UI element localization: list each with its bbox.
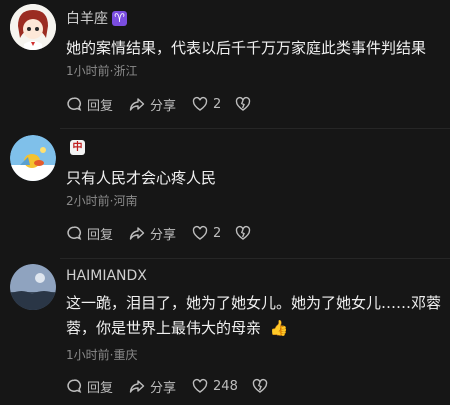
reply-label: 回复 [87, 227, 114, 243]
divider [60, 128, 450, 129]
comment-text-line: 这一跪，泪目了，她为了她女儿。她为了她女儿……邓蓉 [66, 294, 442, 312]
comment-meta: 1小时前·浙江 [66, 64, 138, 78]
avatar[interactable] [10, 4, 56, 50]
aries-zodiac-badge-icon: ♈ [112, 10, 127, 26]
like-button[interactable]: 2 [192, 225, 221, 241]
comment-bubble-icon [67, 97, 82, 111]
comment-meta: 2小时前·河南 [66, 194, 138, 208]
share-button[interactable]: 分享 [129, 95, 176, 114]
comment-item: 白羊座 ♈ 她的案情结果，代表以后千千万万家庭此类事件判结果 1小时前·浙江 回… [0, 0, 450, 125]
heart-icon [192, 225, 208, 240]
avatar-beach-illustration [10, 135, 56, 181]
avatar[interactable] [10, 135, 56, 181]
comment-meta: 1小时前·重庆 [66, 348, 138, 362]
share-button[interactable]: 分享 [129, 224, 176, 243]
reply-button[interactable]: 回复 [66, 377, 113, 396]
comment-actions: 回复 分享 2 [66, 224, 267, 243]
comment-actions: 回复 分享 248 [66, 377, 284, 396]
comment-text-line: 蓉，你是世界上最伟大的母亲 [66, 319, 262, 337]
reply-label: 回复 [87, 380, 114, 396]
share-arrow-icon [129, 380, 145, 393]
avatar[interactable] [10, 264, 56, 310]
dislike-button[interactable] [235, 225, 251, 241]
username[interactable]: HAIMIANDX [66, 268, 147, 284]
share-arrow-icon [129, 227, 145, 240]
comment-text: 只有人民才会心疼人民 [66, 169, 217, 187]
share-label: 分享 [150, 380, 177, 396]
like-button[interactable]: 248 [192, 378, 238, 394]
comment-item: 中 只有人民才会心疼人民 2小时前·河南 回复 分享 2 [0, 130, 450, 255]
reply-button[interactable]: 回复 [66, 224, 113, 243]
comment-bubble-icon [67, 379, 82, 393]
comment-actions: 回复 分享 2 [66, 95, 267, 114]
username[interactable]: 白羊座 [66, 8, 108, 28]
share-arrow-icon [129, 98, 145, 111]
mahjong-tile-badge-icon: 中 [70, 140, 85, 155]
dislike-button[interactable] [252, 378, 268, 394]
broken-heart-icon [236, 225, 251, 240]
avatar-girl-illustration [10, 4, 56, 50]
heart-icon [192, 378, 208, 393]
comment-text: 她的案情结果，代表以后千千万万家庭此类事件判结果 [66, 39, 427, 57]
like-count: 2 [213, 96, 222, 112]
comment-item: HAIMIANDX 这一跪，泪目了，她为了她女儿。她为了她女儿……邓蓉 蓉，你是… [0, 262, 450, 405]
heart-icon [192, 96, 208, 111]
divider [60, 258, 450, 259]
comment-bubble-icon [67, 226, 82, 240]
broken-heart-icon [236, 96, 251, 111]
avatar-night-sky-photo [10, 264, 56, 310]
share-button[interactable]: 分享 [129, 377, 176, 396]
reply-label: 回复 [87, 98, 114, 114]
like-button[interactable]: 2 [192, 96, 221, 112]
like-count: 248 [213, 378, 238, 394]
reply-button[interactable]: 回复 [66, 95, 113, 114]
share-label: 分享 [150, 98, 177, 114]
broken-heart-icon [252, 378, 268, 393]
like-count: 2 [213, 225, 222, 241]
share-label: 分享 [150, 227, 177, 243]
thumbs-up-emoji-icon: 👍 [269, 319, 289, 337]
dislike-button[interactable] [235, 96, 251, 112]
